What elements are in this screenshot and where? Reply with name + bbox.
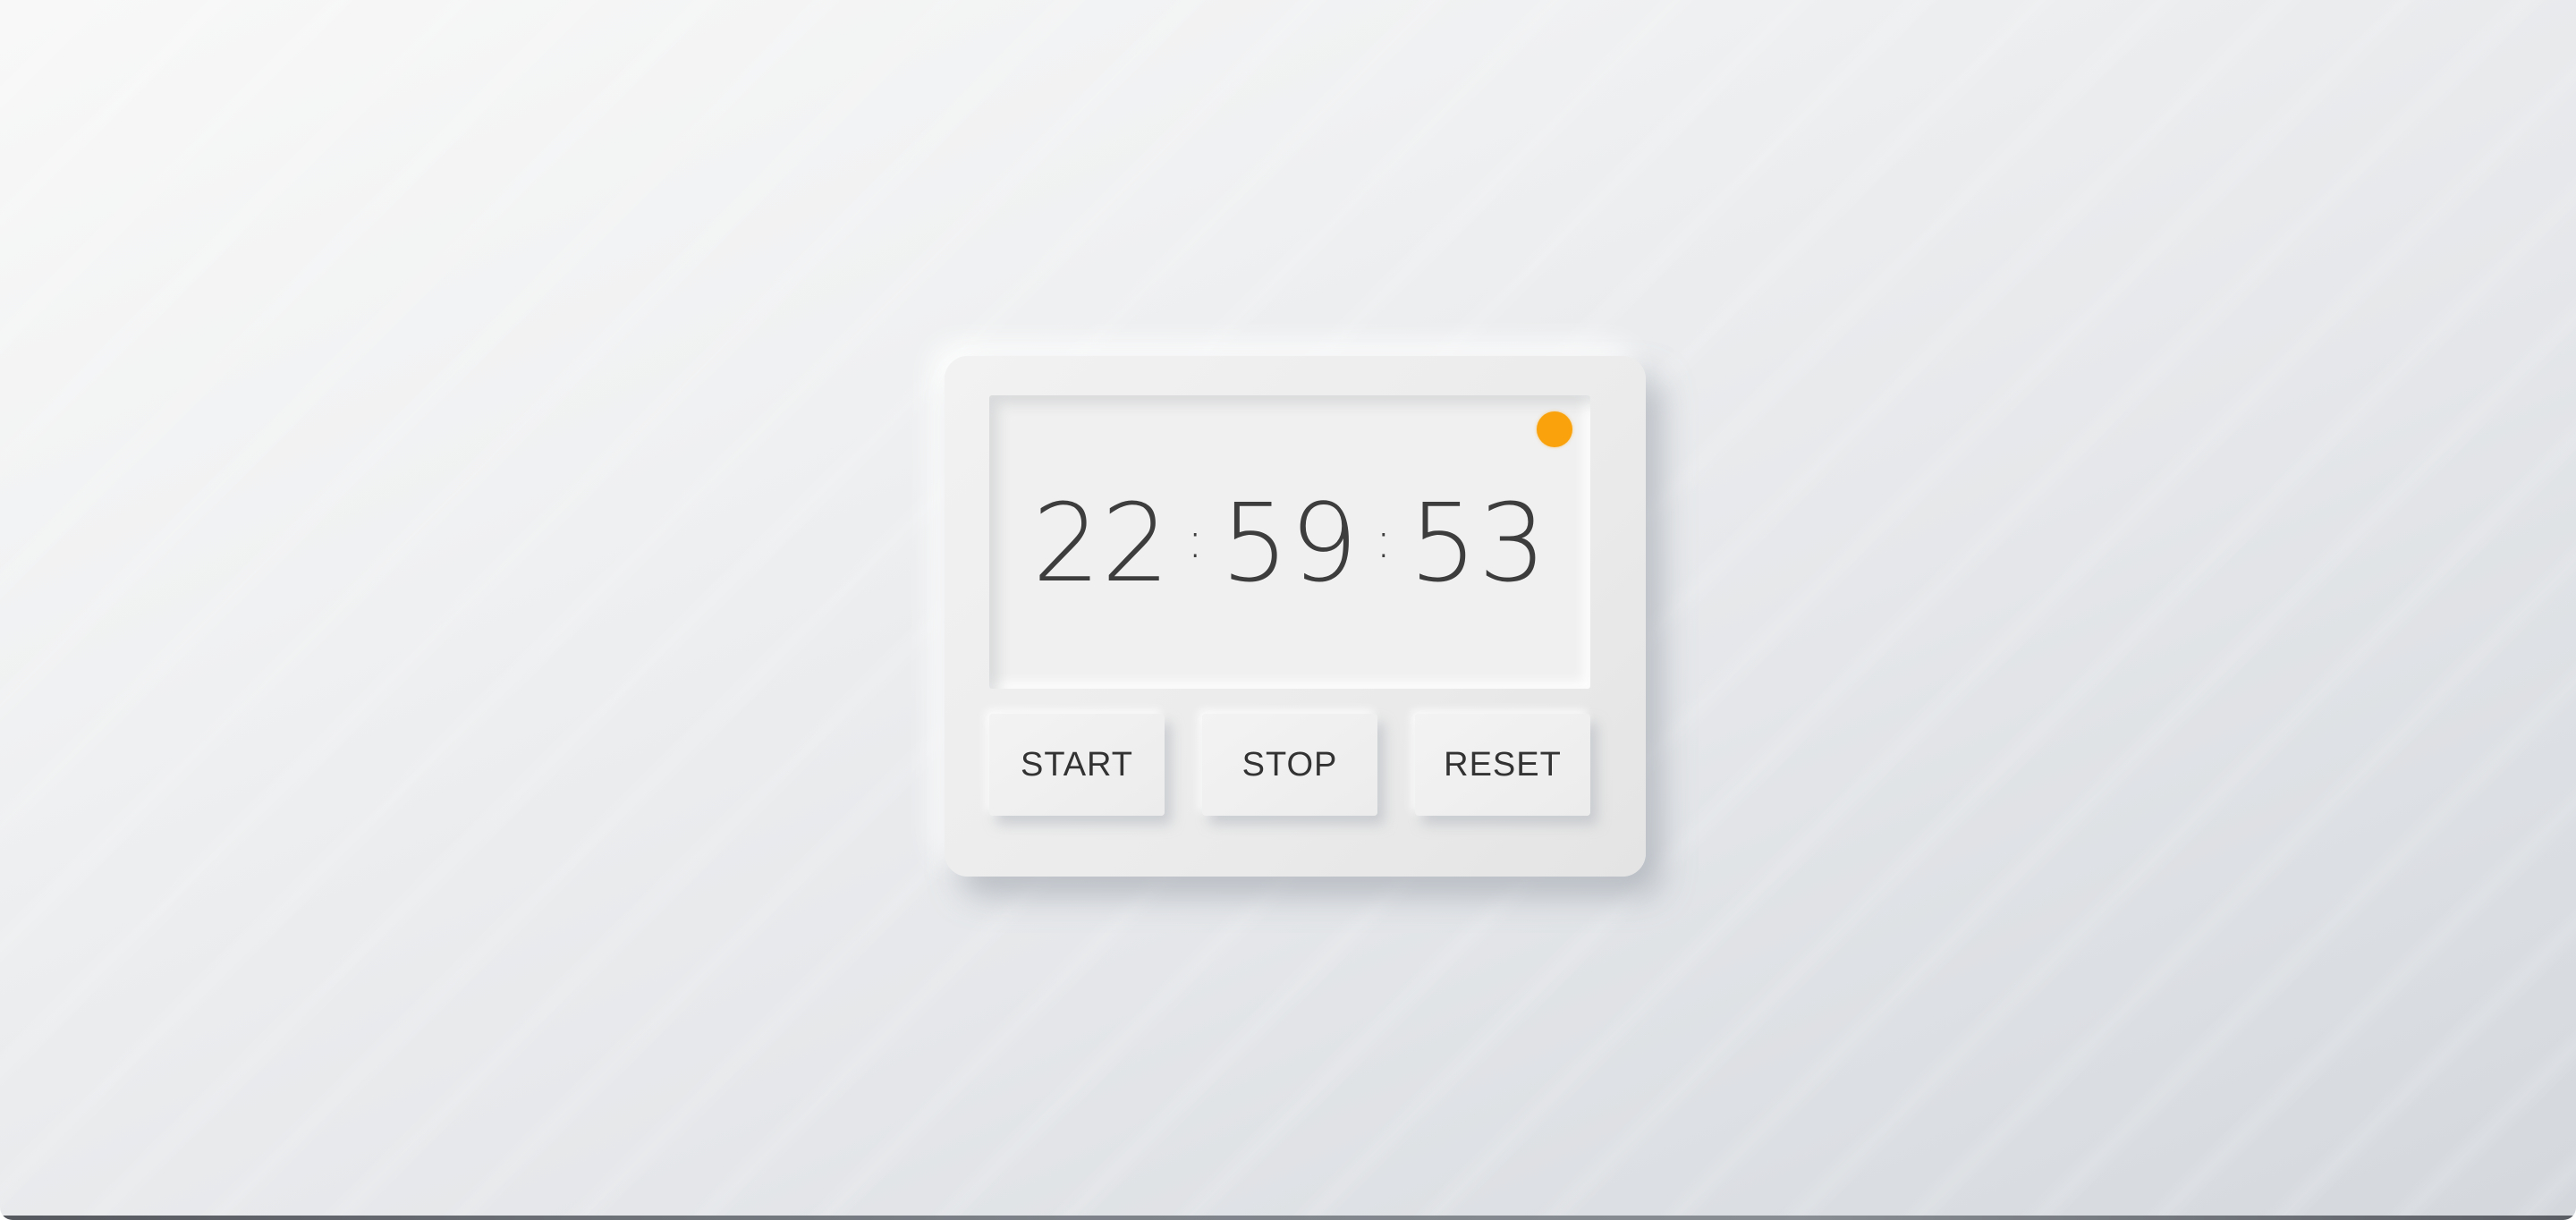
status-indicator-light: [1537, 411, 1572, 447]
seconds-value: 53: [1409, 482, 1547, 606]
time-separator: :: [1186, 512, 1205, 570]
hours-value: 22: [1032, 482, 1171, 606]
stopwatch-device: 22 : 59 : 53 START STOP RESET: [945, 356, 1646, 877]
stop-button[interactable]: STOP: [1202, 714, 1377, 816]
time-separator: :: [1375, 512, 1394, 570]
page-background: 22 : 59 : 53 START STOP RESET: [0, 0, 2576, 1220]
reset-button[interactable]: RESET: [1415, 714, 1590, 816]
minutes-value: 59: [1220, 482, 1360, 606]
timer-display: 22 : 59 : 53: [989, 395, 1590, 689]
start-button[interactable]: START: [989, 714, 1165, 816]
time-readout: 22 : 59 : 53: [989, 487, 1590, 603]
